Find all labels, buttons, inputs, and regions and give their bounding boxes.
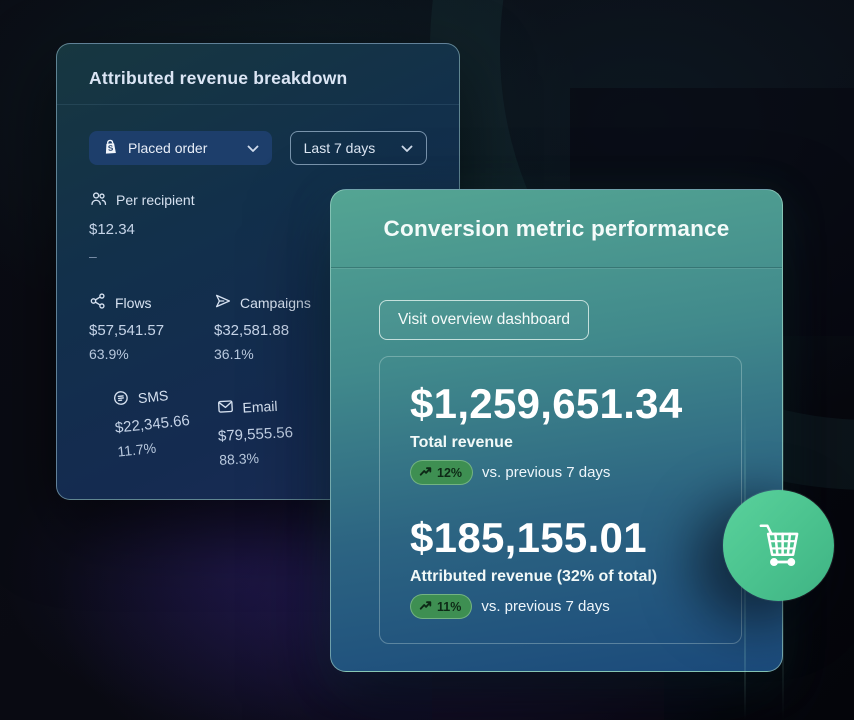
channel-label: SMS bbox=[137, 387, 169, 406]
comparison-text: vs. previous 7 days bbox=[481, 598, 609, 615]
campaigns-icon bbox=[214, 292, 232, 313]
users-icon bbox=[89, 189, 108, 211]
growth-badge: 12% bbox=[410, 460, 473, 485]
svg-text:S: S bbox=[108, 144, 114, 153]
sms-icon bbox=[111, 388, 131, 411]
attributed-revenue-metric: $185,155.01 Attributed revenue (32% of t… bbox=[410, 515, 711, 619]
channel-label: Campaigns bbox=[240, 295, 311, 311]
range-dropdown-label: Last 7 days bbox=[304, 140, 376, 156]
metric-value: $185,155.01 bbox=[410, 515, 711, 561]
growth-badge: 11% bbox=[410, 594, 472, 619]
metric-value: $1,259,651.34 bbox=[410, 381, 711, 427]
channel-label: Email bbox=[242, 397, 278, 415]
channel-flows: Flows $57,541.57 63.9% bbox=[89, 292, 214, 362]
email-icon bbox=[216, 397, 235, 419]
metric-label: Total revenue bbox=[410, 434, 711, 452]
chevron-down-icon bbox=[401, 140, 413, 156]
cart-badge bbox=[723, 490, 834, 601]
visit-dashboard-button[interactable]: Visit overview dashboard bbox=[379, 300, 589, 340]
badge-percent: 12% bbox=[437, 466, 462, 480]
shopify-bag-icon: S bbox=[102, 138, 119, 158]
divider bbox=[57, 104, 459, 105]
channel-label: Flows bbox=[115, 295, 152, 311]
badge-percent: 11% bbox=[437, 600, 461, 614]
per-recipient-label: Per recipient bbox=[116, 192, 195, 208]
conversion-metric-title: Conversion metric performance bbox=[384, 216, 730, 242]
event-dropdown[interactable]: S Placed order bbox=[89, 131, 272, 165]
marketing-dashboard-composite: Attributed revenue breakdown S Plac bbox=[0, 0, 854, 720]
channel-value: $57,541.57 bbox=[89, 322, 214, 339]
trend-up-icon bbox=[419, 465, 432, 480]
trend-up-icon bbox=[419, 599, 432, 614]
metric-label: Attributed revenue (32% of total) bbox=[410, 568, 711, 586]
shopping-cart-icon bbox=[750, 514, 808, 577]
comparison-text: vs. previous 7 days bbox=[482, 464, 610, 481]
flows-icon bbox=[89, 292, 107, 313]
channel-percent: 63.9% bbox=[89, 346, 214, 362]
metrics-panel: $1,259,651.34 Total revenue 12% vs. prev… bbox=[379, 356, 742, 644]
range-dropdown[interactable]: Last 7 days bbox=[290, 131, 427, 165]
chevron-down-icon bbox=[247, 140, 259, 156]
conversion-metric-card: Conversion metric performance Visit over… bbox=[330, 189, 783, 672]
event-dropdown-label: Placed order bbox=[128, 140, 207, 156]
attributed-revenue-title: Attributed revenue breakdown bbox=[89, 66, 427, 90]
total-revenue-metric: $1,259,651.34 Total revenue 12% vs. prev… bbox=[410, 381, 711, 485]
